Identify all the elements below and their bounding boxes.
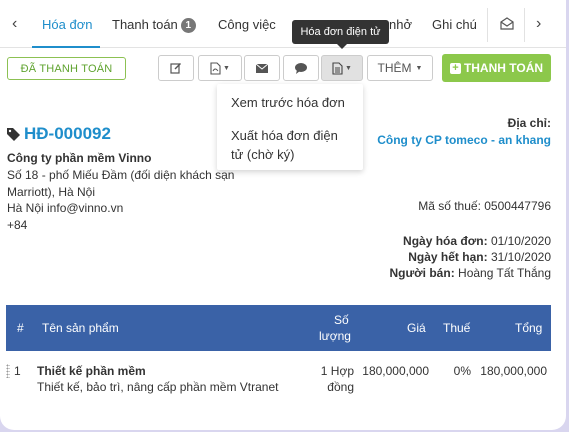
address-label: Địa chỉ: <box>507 116 551 130</box>
comment-button[interactable] <box>283 55 319 81</box>
invoice-number-text: HĐ-000092 <box>24 124 111 143</box>
payments-count-badge: 1 <box>180 18 196 33</box>
paid-status-button[interactable]: ĐÃ THANH TOÁN <box>7 57 126 80</box>
seller-address-line: Marriott), Hà Nội <box>7 185 96 199</box>
caret-down-icon: ▼ <box>415 64 423 72</box>
seller-phone: +84 <box>7 218 28 232</box>
customer-link[interactable]: Công ty CP tomeco - an khang <box>377 133 551 148</box>
tax-code-value: 0500447796 <box>484 199 551 213</box>
col-quantity: Số <box>334 313 349 327</box>
tab-divider <box>524 8 525 42</box>
chevron-right-icon[interactable]: › <box>536 16 541 32</box>
invoice-number: HĐ-000092 <box>7 124 111 144</box>
tax-code: Mã số thuế: 0500447796 <box>418 199 551 214</box>
envelope-open-icon[interactable] <box>500 17 514 34</box>
row-tax: 0% <box>453 364 471 378</box>
edit-button[interactable] <box>158 55 194 81</box>
tab-bar: ‹ Hóa đơn Thanh toán 1 Công việc nhở Ghi … <box>0 0 566 48</box>
tax-code-label: Mã số thuế: <box>418 199 481 213</box>
col-product: Tên sản phẩm <box>42 321 119 335</box>
seller-person-label: Người bán: <box>389 266 455 280</box>
envelope-icon <box>256 63 268 73</box>
invoice-date: Ngày hóa đơn: 01/10/2020 <box>403 234 551 249</box>
pay-button-label: THANH TOÁN <box>463 61 544 75</box>
seller-person: Người bán: Hoàng Tất Thắng <box>389 266 551 281</box>
email-button[interactable] <box>244 55 280 81</box>
menu-item-export-e-invoice[interactable]: Xuất hóa đơn điện <box>231 126 338 145</box>
tab-payments[interactable]: Thanh toán 1 <box>112 17 196 33</box>
menu-item-preview-invoice[interactable]: Xem trước hóa đơn <box>231 93 345 112</box>
invoice-date-value: 01/10/2020 <box>490 234 551 248</box>
row-quantity: 1 Hợp <box>320 364 354 378</box>
e-invoice-dropdown: Xem trước hóa đơn Xuất hóa đơn điện tử (… <box>217 84 363 170</box>
invoice-panel: ‹ Hóa đơn Thanh toán 1 Công việc nhở Ghi … <box>0 0 566 430</box>
row-price: 180,000,000 <box>362 364 429 378</box>
seller-address-line: Số 18 - phố Miếu Đầm (đối diện khách sạn <box>7 168 235 182</box>
menu-item-export-e-invoice-line2[interactable]: tử (chờ ký) <box>231 145 294 164</box>
row-unit: đồng <box>327 380 354 394</box>
due-date-value: 31/10/2020 <box>490 250 551 264</box>
due-date: Ngày hết hạn: 31/10/2020 <box>408 250 551 265</box>
tag-icon <box>7 127 20 141</box>
edit-icon <box>170 63 181 74</box>
row-product-desc: Thiết kế, bảo trì, nâng cấp phần mềm Vtr… <box>37 380 279 394</box>
row-number: 1 <box>14 364 21 378</box>
col-quantity: lượng <box>319 329 351 343</box>
row-product-name: Thiết kế phần mềm <box>37 364 146 378</box>
document-icon <box>332 61 343 75</box>
chevron-left-icon[interactable]: ‹ <box>12 16 17 32</box>
drag-handle-icon[interactable] <box>6 364 10 378</box>
invoice-date-label: Ngày hóa đơn: <box>403 234 488 248</box>
pdf-file-icon <box>210 61 221 75</box>
comment-icon <box>295 62 307 74</box>
caret-down-icon: ▼ <box>223 64 230 72</box>
tab-payments-label: Thanh toán <box>112 17 178 32</box>
plus-square-icon: + <box>449 62 461 74</box>
tab-reminders[interactable]: nhở <box>389 17 412 33</box>
col-tax: Thuế <box>443 321 471 335</box>
items-table-header: # Tên sản phẩm Số lượng Giá Thuế Tổng <box>6 305 551 351</box>
col-price: Giá <box>407 321 426 335</box>
pay-button[interactable]: + THANH TOÁN <box>442 54 551 82</box>
tab-tasks[interactable]: Công việc <box>218 17 276 33</box>
more-button[interactable]: THÊM ▼ <box>367 55 433 81</box>
tab-active-indicator <box>32 46 100 48</box>
caret-down-icon: ▼ <box>345 64 352 72</box>
tab-notes[interactable]: Ghi chú <box>432 17 477 33</box>
col-total: Tổng <box>515 321 543 335</box>
seller-person-value: Hoàng Tất Thắng <box>458 266 551 280</box>
due-date-label: Ngày hết hạn: <box>408 250 488 264</box>
pdf-button[interactable]: ▼ <box>198 55 242 81</box>
more-button-label: THÊM <box>377 61 412 75</box>
tab-invoice[interactable]: Hóa đơn <box>42 17 92 33</box>
tooltip: Hóa đơn điện tử <box>292 20 389 49</box>
row-total: 180,000,000 <box>480 364 547 378</box>
seller-contact-line: Hà Nội info@vinno.vn <box>7 201 124 215</box>
tab-divider <box>487 8 488 42</box>
seller-company: Công ty phần mềm Vinno <box>7 151 152 165</box>
col-number: # <box>17 321 24 335</box>
e-invoice-button[interactable]: ▼ <box>321 55 363 81</box>
